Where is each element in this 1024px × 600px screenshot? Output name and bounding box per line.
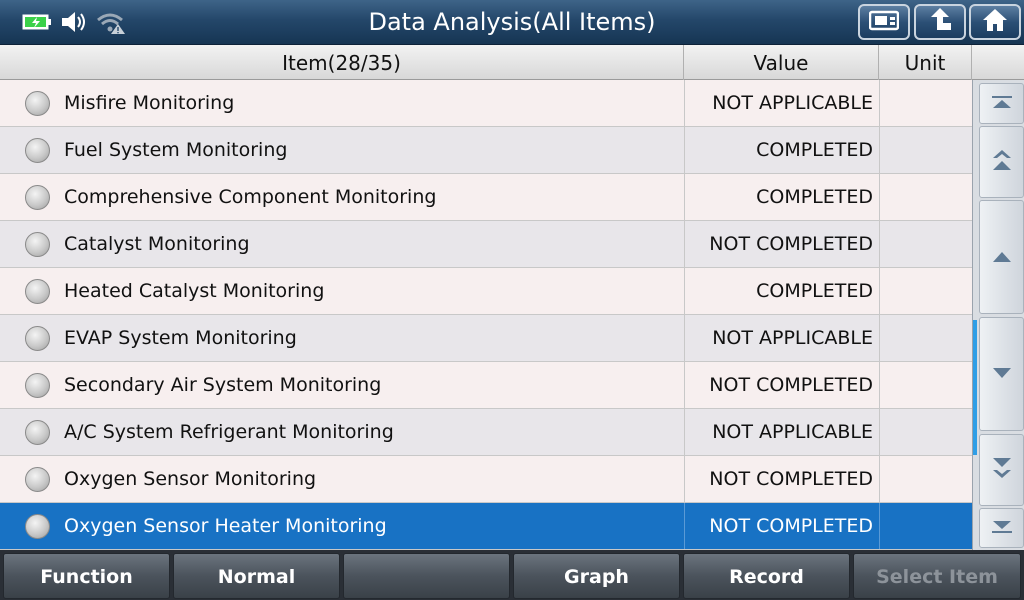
radio-button[interactable] (25, 232, 50, 257)
column-header-item: Item(28/35) (0, 45, 684, 80)
table-row[interactable]: Fuel System Monitoring COMPLETED (0, 127, 972, 174)
table-row[interactable]: A/C System Refrigerant Monitoring NOT AP… (0, 409, 972, 456)
item-unit (879, 503, 972, 549)
item-value: COMPLETED (684, 127, 879, 173)
item-name: Comprehensive Component Monitoring (64, 186, 437, 208)
radio-button[interactable] (25, 91, 50, 116)
item-name: A/C System Refrigerant Monitoring (64, 421, 394, 443)
item-unit (879, 268, 972, 314)
app-window: Data Analysis(All Items) Item(28/35) Val… (0, 0, 1024, 600)
item-unit (879, 362, 972, 408)
table-row[interactable]: Misfire Monitoring NOT APPLICABLE (0, 80, 972, 127)
item-unit (879, 174, 972, 220)
bottom-toolbar: Function Normal Graph Record Select Item (0, 550, 1024, 600)
scrollbar-thumb[interactable] (973, 320, 977, 455)
select-item-button[interactable]: Select Item (853, 553, 1021, 599)
table-row[interactable]: Oxygen Sensor Monitoring NOT COMPLETED (0, 456, 972, 503)
item-name: EVAP System Monitoring (64, 327, 297, 349)
item-value: NOT APPLICABLE (684, 315, 879, 361)
function-button[interactable]: Function (3, 553, 170, 599)
item-name: Misfire Monitoring (64, 92, 235, 114)
back-icon (927, 7, 953, 37)
scroll-bottom-button[interactable] (979, 508, 1024, 548)
item-unit (879, 409, 972, 455)
home-button[interactable] (969, 4, 1021, 40)
item-name: Secondary Air System Monitoring (64, 374, 382, 396)
item-unit (879, 456, 972, 502)
item-name: Heated Catalyst Monitoring (64, 280, 325, 302)
screenshot-button[interactable] (858, 4, 910, 40)
data-table: Misfire Monitoring NOT APPLICABLE Fuel S… (0, 80, 972, 550)
line-down-icon (991, 365, 1013, 384)
item-value: NOT APPLICABLE (684, 80, 879, 126)
item-unit (879, 80, 972, 126)
page-up-icon (991, 148, 1013, 176)
item-unit (879, 221, 972, 267)
item-value: NOT COMPLETED (684, 221, 879, 267)
item-value: COMPLETED (684, 268, 879, 314)
item-unit (879, 315, 972, 361)
scrollbar[interactable] (972, 80, 1024, 550)
radio-button[interactable] (25, 326, 50, 351)
scroll-bottom-icon (991, 519, 1013, 538)
item-value: NOT COMPLETED (684, 456, 879, 502)
table-row[interactable]: EVAP System Monitoring NOT APPLICABLE (0, 315, 972, 362)
table-header: Item(28/35) Value Unit (0, 45, 1024, 80)
table-row[interactable]: Heated Catalyst Monitoring COMPLETED (0, 268, 972, 315)
title-bar: Data Analysis(All Items) (0, 0, 1024, 45)
item-name: Oxygen Sensor Heater Monitoring (64, 515, 387, 537)
radio-button[interactable] (25, 373, 50, 398)
item-value: COMPLETED (684, 174, 879, 220)
item-name: Fuel System Monitoring (64, 139, 288, 161)
item-value: NOT COMPLETED (684, 362, 879, 408)
column-header-spacer (972, 45, 1024, 80)
home-icon (981, 7, 1009, 37)
line-down-button[interactable] (979, 317, 1024, 431)
page-down-icon (991, 456, 1013, 484)
line-up-button[interactable] (979, 200, 1024, 314)
graph-button[interactable]: Graph (513, 553, 680, 599)
screenshot-icon (868, 9, 900, 35)
radio-button[interactable] (25, 138, 50, 163)
scroll-top-icon (991, 94, 1013, 113)
column-header-unit: Unit (879, 45, 972, 80)
table-row[interactable]: Catalyst Monitoring NOT COMPLETED (0, 221, 972, 268)
record-button[interactable]: Record (683, 553, 850, 599)
radio-button[interactable] (25, 185, 50, 210)
table-row-selected[interactable]: Oxygen Sensor Heater Monitoring NOT COMP… (0, 503, 972, 550)
column-header-value: Value (684, 45, 879, 80)
radio-button[interactable] (25, 514, 50, 539)
radio-button[interactable] (25, 467, 50, 492)
item-name: Catalyst Monitoring (64, 233, 250, 255)
back-button[interactable] (914, 4, 966, 40)
item-name: Oxygen Sensor Monitoring (64, 468, 317, 490)
page-up-button[interactable] (979, 126, 1024, 198)
radio-button[interactable] (25, 279, 50, 304)
item-value: NOT COMPLETED (684, 503, 879, 549)
scroll-top-button[interactable] (979, 83, 1024, 124)
table-row[interactable]: Comprehensive Component Monitoring COMPL… (0, 174, 972, 221)
radio-button[interactable] (25, 420, 50, 445)
table-row[interactable]: Secondary Air System Monitoring NOT COMP… (0, 362, 972, 409)
page-down-button[interactable] (979, 434, 1024, 506)
normal-button[interactable]: Normal (173, 553, 340, 599)
item-unit (879, 127, 972, 173)
line-up-icon (991, 248, 1013, 267)
empty-button[interactable] (343, 553, 510, 599)
item-value: NOT APPLICABLE (684, 409, 879, 455)
